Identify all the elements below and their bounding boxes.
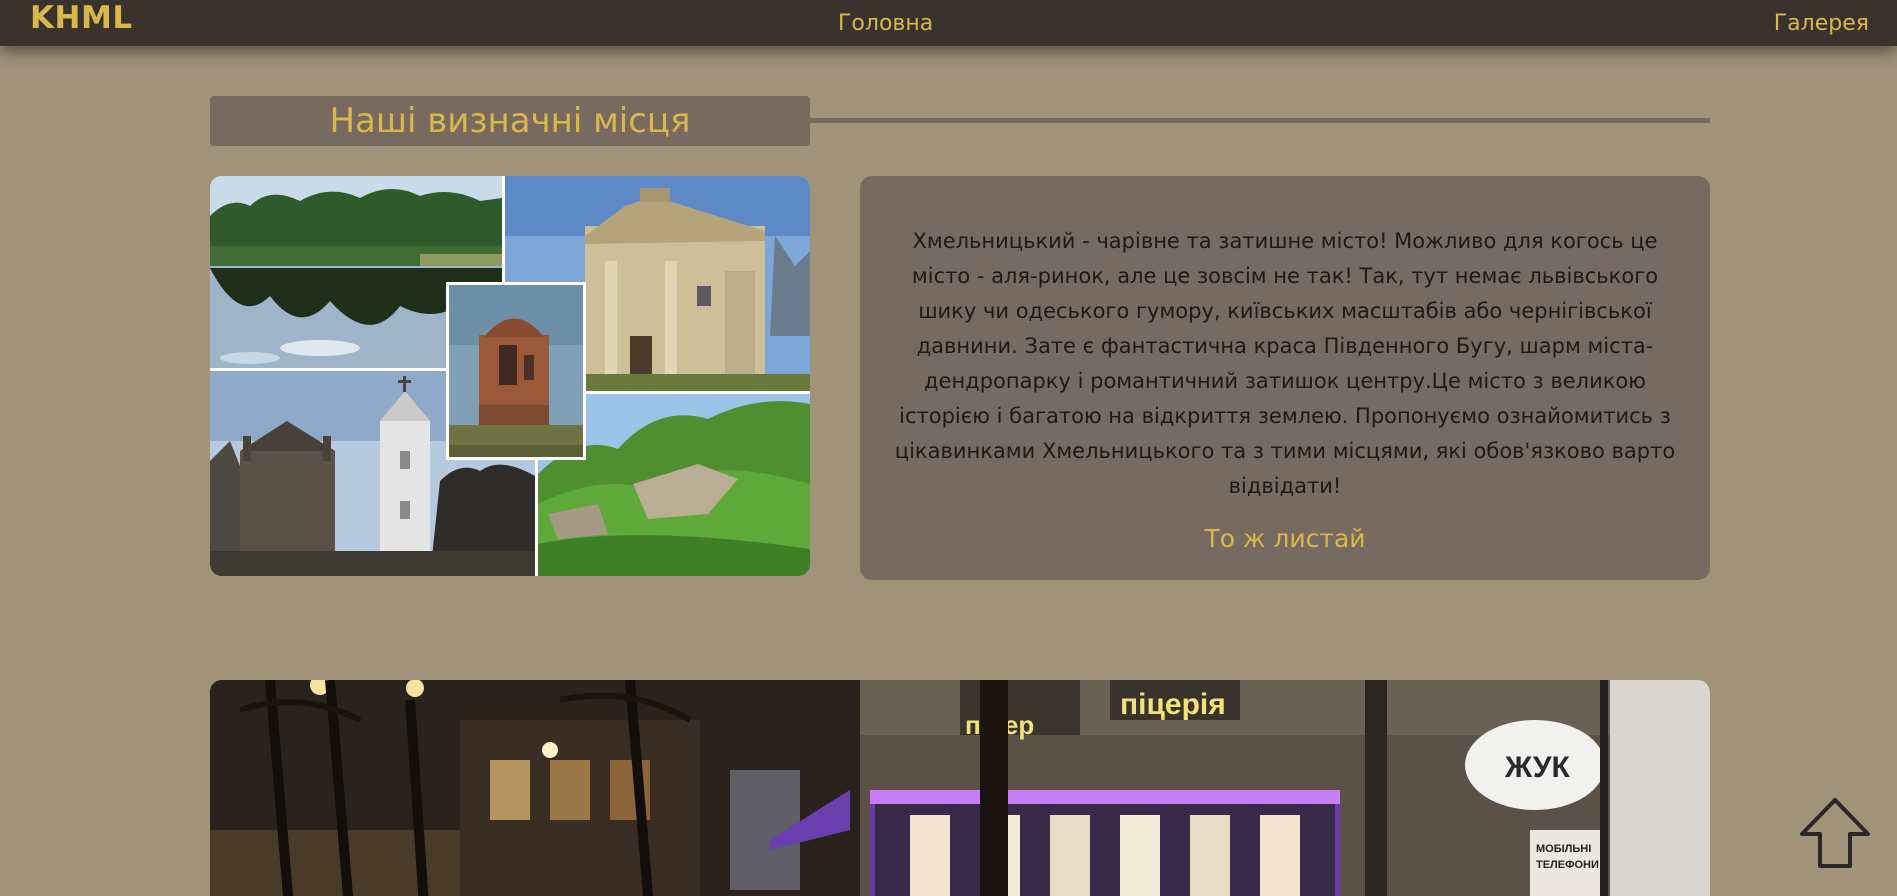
top-navbar: KHML Головна Галерея xyxy=(0,0,1897,46)
nav-link-gallery[interactable]: Галерея xyxy=(1774,11,1869,36)
sign-pizzeria: піцерія xyxy=(1120,688,1226,721)
arrow-up-icon xyxy=(1800,798,1870,868)
scroll-to-top-button[interactable] xyxy=(1798,796,1872,870)
city-street-banner: піцер піцерія ЖУК МОБІЛЬНІ ТЕЛЕФОНИ xyxy=(210,680,1710,896)
sign-mobile: МОБІЛЬНІ xyxy=(1536,843,1591,855)
section-title: Наші визначні місця xyxy=(210,96,810,146)
nav-link-home[interactable]: Головна xyxy=(838,11,933,36)
intro-text: Хмельницький - чарівне та затишне місто!… xyxy=(894,229,1676,498)
title-divider xyxy=(810,118,1710,123)
scroll-down-link[interactable]: То ж листай xyxy=(1204,524,1365,553)
sign-zhuk: ЖУК xyxy=(1504,751,1571,784)
chapel-photo xyxy=(446,282,586,460)
sign-phones: ТЕЛЕФОНИ xyxy=(1536,859,1599,871)
landmarks-collage xyxy=(210,176,810,576)
site-logo[interactable]: KHML xyxy=(30,0,133,36)
intro-card: Хмельницький - чарівне та затишне місто!… xyxy=(860,176,1710,580)
